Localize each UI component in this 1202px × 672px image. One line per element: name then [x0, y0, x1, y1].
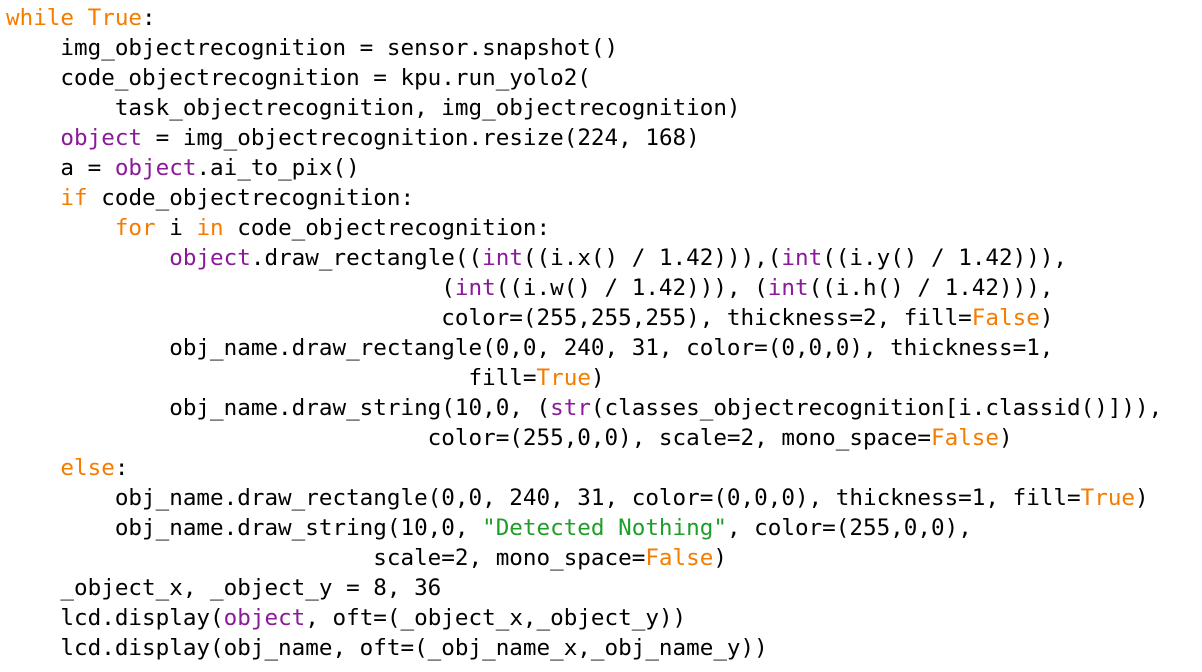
code-token-plain: ((i.w() / 1.42))), (	[495, 275, 768, 301]
code-token-plain: .draw_rectangle((	[250, 245, 483, 271]
code-token-plain: obj_name.draw_rectangle(0,0, 240, 31, co…	[6, 335, 1054, 361]
code-token-keyword: if	[60, 185, 88, 211]
code-line: scale=2, mono_space=False)	[6, 543, 1202, 573]
code-token-plain: (classes_objectrecognition[i.classid()])…	[590, 395, 1163, 421]
code-token-plain: )	[590, 365, 605, 391]
code-token-plain: obj_name.draw_string(10,0,	[6, 515, 483, 541]
code-token-plain: fill=	[6, 365, 537, 391]
code-line: else:	[6, 453, 1202, 483]
code-token-builtin: object	[169, 245, 251, 271]
code-token-plain: )	[1039, 305, 1054, 331]
code-token-keyword: for	[114, 215, 156, 241]
code-line: lcd.display(object, oft=(_object_x,_obje…	[6, 603, 1202, 633]
code-token-plain: a =	[6, 155, 115, 181]
code-token-plain: :	[142, 5, 156, 31]
code-token-keyword: in	[196, 215, 224, 241]
code-token-keyword: else	[60, 455, 115, 481]
code-token-plain: , oft=(_object_x,_object_y))	[305, 605, 687, 631]
code-line: a = object.ai_to_pix()	[6, 153, 1202, 183]
code-token-keyword: False	[971, 305, 1040, 331]
code-token-keyword: False	[645, 545, 714, 571]
code-token-builtin: object	[223, 605, 306, 631]
code-token-plain: color=(255,255,255), thickness=2, fill=	[6, 305, 972, 331]
code-token-builtin: int	[767, 275, 809, 301]
code-line: obj_name.draw_rectangle(0,0, 240, 31, co…	[6, 483, 1202, 513]
code-token-plain: = img_objectrecognition.resize(224, 168)	[142, 125, 700, 151]
code-line: obj_name.draw_string(10,0, (str(classes_…	[6, 393, 1202, 423]
code-line: fill=True)	[6, 363, 1202, 393]
code-token-keyword: True	[1080, 485, 1136, 511]
code-block: while True: img_objectrecognition = sens…	[0, 0, 1202, 672]
code-line: lcd.display(obj_name, oft=(_obj_name_x,_…	[6, 633, 1202, 663]
code-token-keyword: False	[930, 425, 999, 451]
code-token-plain: )	[999, 425, 1013, 451]
code-token-plain: img_objectrecognition = sensor.snapshot(…	[6, 35, 619, 61]
code-token-keyword: True	[536, 365, 591, 391]
code-line: code_objectrecognition = kpu.run_yolo2(	[6, 63, 1202, 93]
code-token-plain: .ai_to_pix()	[196, 155, 360, 181]
code-token-keyword: while True	[6, 5, 143, 31]
code-token-plain: color=(255,0,0), scale=2, mono_space=	[6, 425, 931, 451]
code-token-builtin: object	[60, 125, 143, 151]
code-token-plain: lcd.display(	[6, 605, 224, 631]
code-token-plain: obj_name.draw_string(10,0, (	[6, 395, 551, 421]
code-token-plain: ((i.h() / 1.42))),	[808, 275, 1054, 301]
code-token-plain: scale=2, mono_space=	[6, 545, 646, 571]
code-token-plain: i	[155, 215, 197, 241]
code-line: object = img_objectrecognition.resize(22…	[6, 123, 1202, 153]
code-token-plain: task_objectrecognition, img_objectrecogn…	[6, 95, 741, 121]
code-line: img_objectrecognition = sensor.snapshot(…	[6, 33, 1202, 63]
code-token-plain: )	[713, 545, 727, 571]
code-token-builtin: int	[454, 275, 496, 301]
code-token-plain: , color=(255,0,0),	[726, 515, 972, 541]
code-token-plain: )	[1135, 485, 1149, 511]
code-token-builtin: object	[114, 155, 197, 181]
code-line: (int((i.w() / 1.42))), (int((i.h() / 1.4…	[6, 273, 1202, 303]
code-token-plain: code_objectrecognition:	[87, 185, 415, 211]
code-line: for i in code_objectrecognition:	[6, 213, 1202, 243]
code-line: object.draw_rectangle((int((i.x() / 1.42…	[6, 243, 1202, 273]
code-token-builtin: int	[781, 245, 823, 271]
code-token-string: "Detected Nothing"	[482, 515, 727, 541]
code-token-plain: :	[114, 455, 129, 481]
code-token-builtin: int	[482, 245, 523, 271]
code-token-plain: lcd.display(obj_name, oft=(_obj_name_x,_…	[6, 635, 768, 661]
code-token-builtin: str	[550, 395, 591, 421]
code-line: color=(255,255,255), thickness=2, fill=F…	[6, 303, 1202, 333]
code-line: while True:	[6, 3, 1202, 33]
code-line: obj_name.draw_string(10,0, "Detected Not…	[6, 513, 1202, 543]
code-token-plain: ((i.y() / 1.42))),	[822, 245, 1068, 271]
code-line: task_objectrecognition, img_objectrecogn…	[6, 93, 1202, 123]
code-line: obj_name.draw_rectangle(0,0, 240, 31, co…	[6, 333, 1202, 363]
code-line: if code_objectrecognition:	[6, 183, 1202, 213]
code-token-plain: obj_name.draw_rectangle(0,0, 240, 31, co…	[6, 485, 1081, 511]
code-token-plain: code_objectrecognition = kpu.run_yolo2(	[6, 65, 591, 91]
code-token-plain: (	[6, 275, 455, 301]
code-token-plain: ((i.x() / 1.42))),(	[522, 245, 782, 271]
code-line: _object_x, _object_y = 8, 36	[6, 573, 1202, 603]
code-line: color=(255,0,0), scale=2, mono_space=Fal…	[6, 423, 1202, 453]
code-token-plain: code_objectrecognition:	[223, 215, 551, 241]
code-token-plain: _object_x, _object_y = 8, 36	[6, 575, 442, 601]
